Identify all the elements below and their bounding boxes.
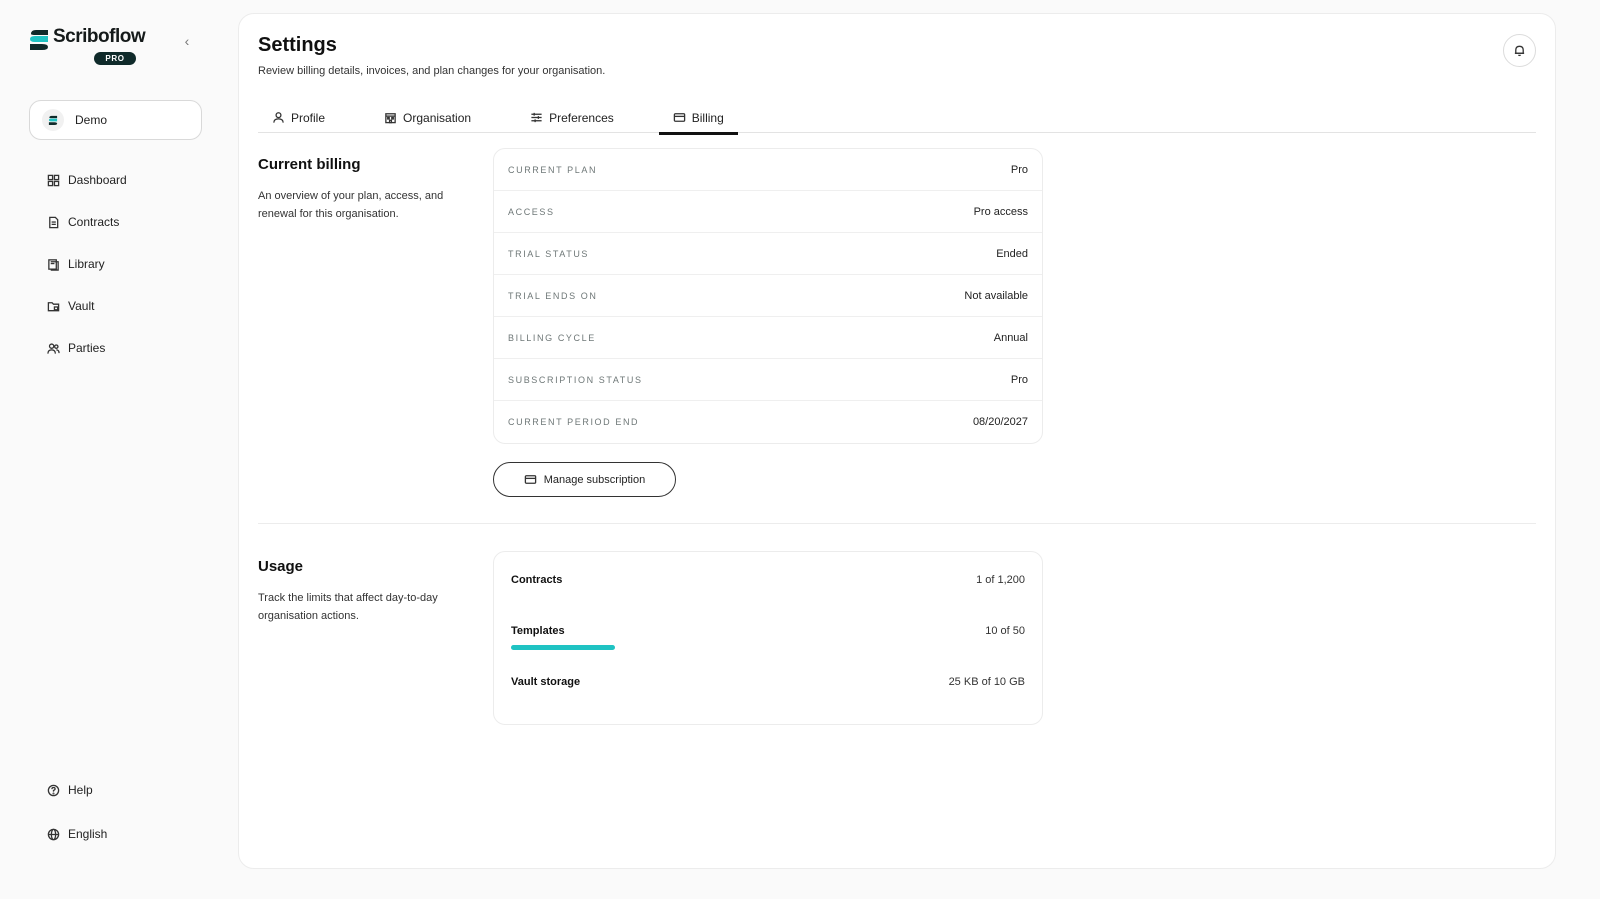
billing-label: TRIAL STATUS (508, 248, 590, 259)
bell-icon (1514, 45, 1525, 57)
brand-logo[interactable]: Scriboflow PRO (28, 26, 168, 68)
tab-label: Preferences (549, 110, 614, 125)
sidebar-item-label: Contracts (68, 215, 120, 229)
billing-row-billing-cycle: BILLING CYCLE Annual (494, 317, 1042, 359)
usage-count: 1 of 1,200 (976, 574, 1025, 586)
manage-subscription-button[interactable]: Manage subscription (493, 462, 676, 497)
billing-section-description: An overview of your plan, access, and re… (258, 190, 444, 220)
sidebar-bottom: Help English (47, 778, 217, 866)
tab-profile[interactable]: Profile (258, 102, 339, 133)
usage-item-contracts: Contracts 1 of 1,200 (511, 574, 1025, 586)
sidebar-item-label: Help (68, 783, 93, 797)
building-icon (385, 113, 396, 124)
section-divider (258, 523, 1536, 524)
sidebar: Scriboflow PRO ‹ Demo Dashboard Contract… (0, 0, 238, 899)
billing-details-card: CURRENT PLAN Pro ACCESS Pro access TRIAL… (493, 148, 1043, 444)
usage-count: 25 KB of 10 GB (948, 676, 1025, 688)
usage-label: Templates (511, 625, 565, 637)
billing-value: Pro (1010, 163, 1028, 176)
page-title: Settings (258, 34, 337, 56)
tab-label: Profile (291, 110, 326, 125)
brand-name: Scriboflow (53, 26, 146, 47)
templates-progress-bar (511, 645, 615, 650)
help-icon (47, 784, 60, 796)
tab-billing[interactable]: Billing (658, 102, 738, 135)
contract-icon (49, 216, 59, 228)
sidebar-item-parties[interactable]: Parties (47, 336, 217, 360)
usage-item-vault-storage: Vault storage 25 KB of 10 GB (511, 676, 1025, 688)
billing-label: TRIAL ENDS ON (508, 290, 598, 301)
usage-card: Contracts 1 of 1,200 Templates 10 of 50 … (493, 551, 1043, 725)
sliders-icon (531, 112, 542, 123)
templates-progress-fill (511, 645, 615, 650)
logo-mark-icon (30, 30, 48, 50)
billing-section-title: Current billing (258, 156, 361, 173)
collapse-sidebar-button[interactable]: ‹ (178, 32, 196, 50)
billing-row-current-period-end: CURRENT PERIOD END 08/20/2027 (494, 401, 1042, 443)
billing-label: BILLING CYCLE (508, 332, 596, 343)
org-switcher[interactable]: Demo (29, 100, 202, 140)
usage-label: Vault storage (511, 676, 581, 688)
billing-row-current-plan: CURRENT PLAN Pro (494, 149, 1042, 191)
billing-label: ACCESS (508, 206, 555, 217)
sidebar-nav: Dashboard Contracts Library Vault Partie… (47, 168, 217, 378)
settings-panel: Settings Review billing details, invoice… (238, 13, 1556, 869)
billing-row-trial-ends-on: TRIAL ENDS ON Not available (494, 275, 1042, 317)
billing-value: Pro access (973, 205, 1028, 218)
usage-count: 10 of 50 (985, 625, 1025, 637)
usage-label: Contracts (511, 574, 563, 586)
billing-value: Pro (1010, 373, 1028, 386)
sidebar-item-vault[interactable]: Vault (47, 294, 217, 318)
sidebar-item-label: Vault (68, 299, 95, 313)
sidebar-item-dashboard[interactable]: Dashboard (47, 168, 217, 192)
dashboard-icon (47, 174, 60, 186)
billing-row-trial-status: TRIAL STATUS Ended (494, 233, 1042, 275)
billing-label: SUBSCRIPTION STATUS (508, 374, 643, 385)
tab-preferences[interactable]: Preferences (516, 102, 628, 133)
tab-organisation[interactable]: Organisation (370, 102, 485, 133)
chevron-left-icon: ‹ (184, 33, 190, 49)
usage-item-templates: Templates 10 of 50 (511, 625, 1025, 650)
vault-icon (47, 301, 60, 311)
manage-subscription-label: Manage subscription (543, 473, 646, 486)
billing-value: Ended (996, 247, 1028, 260)
usage-section-description: Track the limits that affect day-to-day … (258, 592, 438, 622)
sidebar-item-label: Dashboard (68, 173, 127, 187)
language-selector[interactable]: English (47, 822, 217, 846)
sidebar-item-contracts[interactable]: Contracts (47, 210, 217, 234)
users-icon (47, 342, 60, 354)
usage-section-title: Usage (258, 558, 304, 575)
sidebar-item-label: Parties (68, 341, 106, 355)
sidebar-item-library[interactable]: Library (47, 252, 217, 276)
org-name: Demo (75, 113, 108, 127)
org-logo-icon (48, 115, 58, 125)
billing-value: Annual (993, 331, 1028, 344)
card-icon (524, 475, 536, 484)
billing-label: CURRENT PLAN (508, 164, 598, 175)
billing-value: Not available (964, 289, 1028, 302)
page-subtitle: Review billing details, invoices, and pl… (258, 65, 606, 77)
library-icon (48, 258, 59, 271)
tab-label: Organisation (403, 110, 472, 125)
sidebar-item-label: Library (68, 257, 105, 271)
plan-badge: PRO (94, 52, 136, 65)
sidebar-item-help[interactable]: Help (47, 778, 217, 802)
billing-label: CURRENT PERIOD END (508, 417, 640, 427)
billing-row-access: ACCESS Pro access (494, 191, 1042, 233)
notifications-button[interactable] (1503, 34, 1536, 67)
language-label: English (68, 827, 108, 841)
billing-value: 08/20/2027 (972, 416, 1028, 428)
settings-tabs: Profile Organisation Preferences Billing (258, 102, 1536, 135)
org-avatar (42, 109, 64, 131)
user-icon (273, 112, 284, 123)
tab-label: Billing (691, 110, 724, 125)
globe-icon (47, 828, 60, 840)
card-icon (673, 113, 686, 122)
billing-row-subscription-status: SUBSCRIPTION STATUS Pro (494, 359, 1042, 401)
